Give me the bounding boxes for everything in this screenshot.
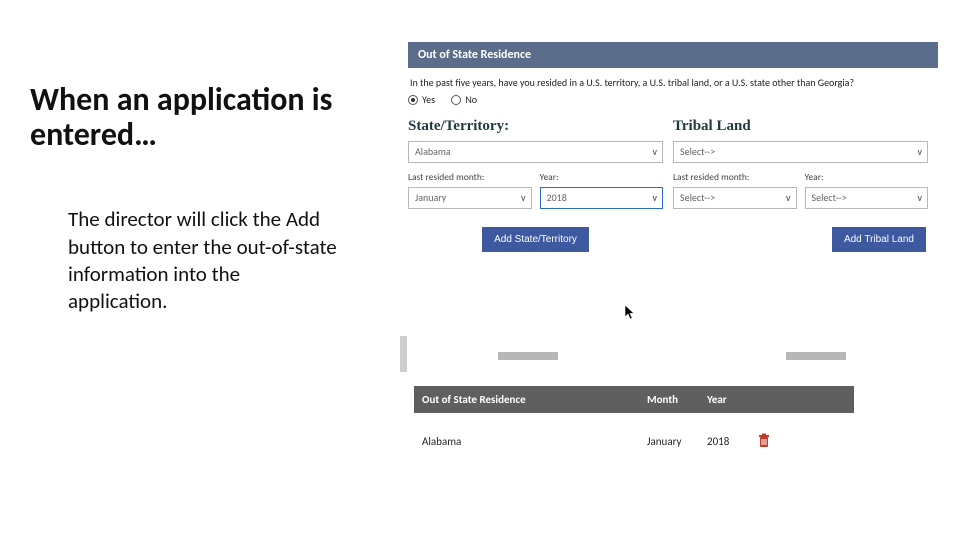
radio-dot-on-icon [408, 95, 418, 105]
cell-month: January [639, 431, 699, 452]
th-residence: Out of State Residence [414, 386, 639, 413]
radio-dot-off-icon [451, 95, 461, 105]
th-actions [749, 386, 854, 413]
th-year: Year [699, 386, 749, 413]
th-month: Month [639, 386, 699, 413]
left-column: When an application is entered… The dire… [30, 82, 360, 316]
radio-no-label: No [465, 93, 477, 106]
state-select-value: Alabama [415, 145, 451, 158]
state-month-label: Last resided month: [408, 163, 532, 187]
state-month-value: January [415, 191, 446, 204]
form-screenshot: Out of State Residence In the past five … [408, 42, 938, 252]
form-header: Out of State Residence [408, 42, 938, 68]
tribal-column: Tribal Land Select--> Last resided month… [673, 114, 938, 252]
radio-no[interactable]: No [451, 93, 477, 106]
cell-residence: Alabama [414, 431, 639, 452]
tribal-month-select[interactable]: Select--> [673, 187, 797, 209]
state-column: State/Territory: Alabama Last resided mo… [408, 114, 673, 252]
question-text: In the past five years, have you resided… [408, 68, 938, 93]
state-year-value: 2018 [547, 191, 567, 204]
tribal-year-label: Year: [805, 163, 929, 187]
slide: When an application is entered… The dire… [0, 0, 960, 540]
state-year-label: Year: [540, 163, 664, 187]
tribal-month-label: Last resided month: [673, 163, 797, 187]
add-state-button[interactable]: Add State/Territory [482, 227, 589, 252]
tribal-month-value: Select--> [680, 191, 715, 204]
cursor-icon [624, 304, 636, 320]
radio-yes[interactable]: Yes [408, 93, 435, 106]
radio-group: Yes No [408, 93, 938, 114]
tribal-heading: Tribal Land [673, 114, 928, 141]
results-table: Out of State Residence Month Year Alabam… [414, 386, 854, 453]
tribal-year-value: Select--> [812, 191, 847, 204]
grey-bar [786, 352, 846, 360]
add-tribal-button[interactable]: Add Tribal Land [832, 227, 926, 252]
state-year-select[interactable]: 2018 [540, 187, 664, 209]
cell-year: 2018 [699, 431, 749, 452]
trash-icon[interactable] [757, 433, 771, 449]
slide-body: The director will click the Add button t… [68, 206, 338, 315]
state-select[interactable]: Alabama [408, 141, 663, 163]
radio-yes-label: Yes [422, 93, 435, 106]
grey-bar [498, 352, 558, 360]
table-row: Alabama January 2018 [414, 413, 854, 453]
tribal-select[interactable]: Select--> [673, 141, 928, 163]
table-header: Out of State Residence Month Year [414, 386, 854, 413]
scrollbar-fragment[interactable] [400, 336, 407, 372]
state-heading: State/Territory: [408, 114, 663, 141]
tribal-select-value: Select--> [680, 145, 715, 158]
slide-title: When an application is entered… [30, 82, 360, 152]
tribal-year-select[interactable]: Select--> [805, 187, 929, 209]
state-month-select[interactable]: January [408, 187, 532, 209]
